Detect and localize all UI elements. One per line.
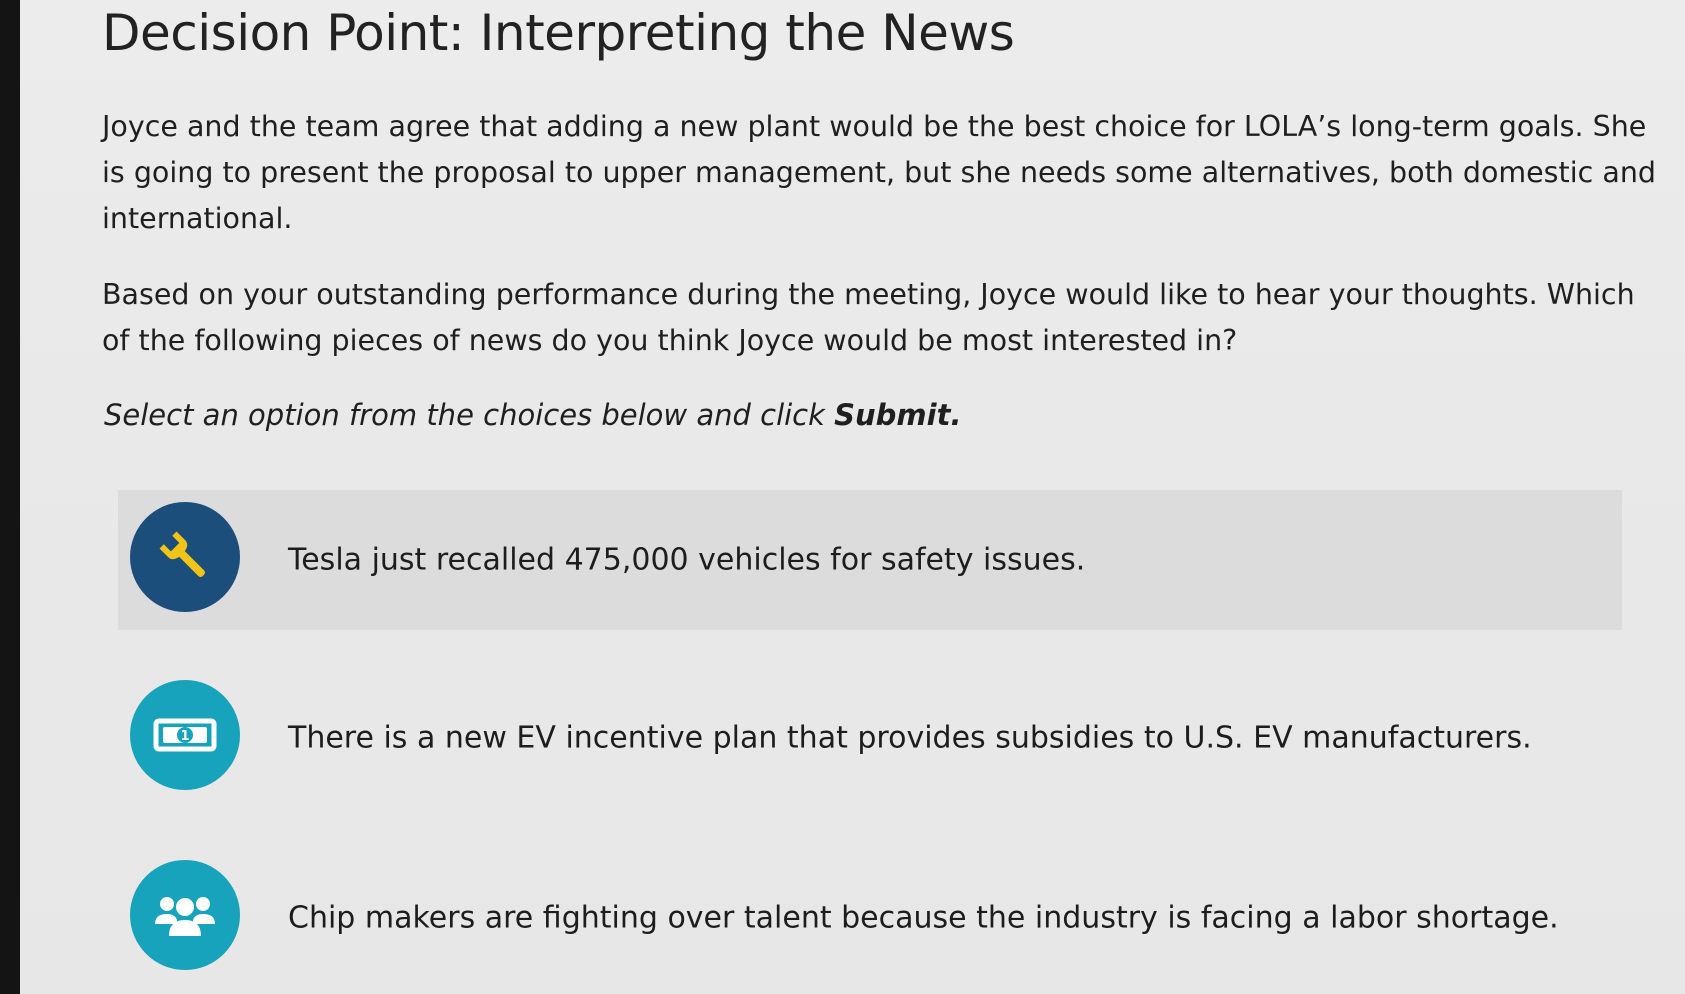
news-option-chip-talent[interactable]: Chip makers are fighting over talent bec… [118, 848, 1622, 988]
question-paragraph: Based on your outstanding performance du… [102, 278, 1635, 357]
option-label: Chip makers are fighting over talent bec… [288, 900, 1559, 936]
instruction-prefix: Select an option from the choices below … [104, 398, 835, 432]
svg-text:1: 1 [180, 729, 189, 744]
wrench-icon [130, 502, 240, 612]
money-bill-icon: 1 [130, 680, 240, 790]
people-group-icon [130, 860, 240, 970]
news-option-tesla-recall[interactable]: Tesla just recalled 475,000 vehicles for… [118, 490, 1622, 630]
decision-point-page: Decision Point: Interpreting the News Jo… [20, 0, 1685, 994]
intro-paragraph: Joyce and the team agree that adding a n… [102, 110, 1656, 235]
screen-bezel [0, 0, 20, 994]
option-label: Tesla just recalled 475,000 vehicles for… [288, 542, 1086, 578]
page-title: Decision Point: Interpreting the News [102, 4, 1015, 62]
news-option-ev-incentive[interactable]: 1 There is a new EV incentive plan that … [118, 668, 1622, 808]
instruction-submit-word: Submit. [834, 398, 962, 432]
option-label: There is a new EV incentive plan that pr… [288, 720, 1532, 756]
instruction-text: Select an option from the choices below … [104, 398, 961, 432]
